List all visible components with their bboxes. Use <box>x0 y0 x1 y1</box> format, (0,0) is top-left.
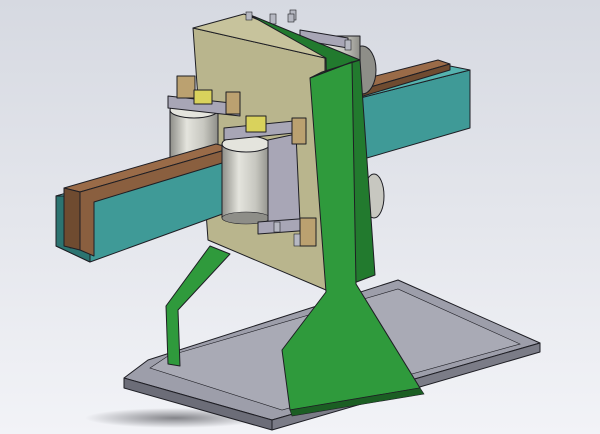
lower-yellow-block <box>245 115 267 133</box>
bolt-stand-top-1 <box>245 11 253 21</box>
bolt-lower-1 <box>293 233 301 247</box>
upper-yellow-block <box>193 89 213 105</box>
lower-clamp-block-bottom <box>299 217 317 247</box>
upper-clamp-block-right <box>225 91 241 115</box>
bolt-stand-top-2 <box>287 13 295 23</box>
bolt-rear-top-1 <box>269 13 277 25</box>
lower-roller-body <box>221 143 271 219</box>
cad-assembly-view <box>0 0 600 434</box>
bolt-lower-2 <box>273 221 281 233</box>
lower-clamp-block-top <box>291 117 307 145</box>
upper-clamp-block-left <box>176 75 196 99</box>
wood-strip-front-side <box>63 187 81 251</box>
bolt-rear-top-3 <box>344 39 352 51</box>
lower-side-frame <box>267 133 301 227</box>
